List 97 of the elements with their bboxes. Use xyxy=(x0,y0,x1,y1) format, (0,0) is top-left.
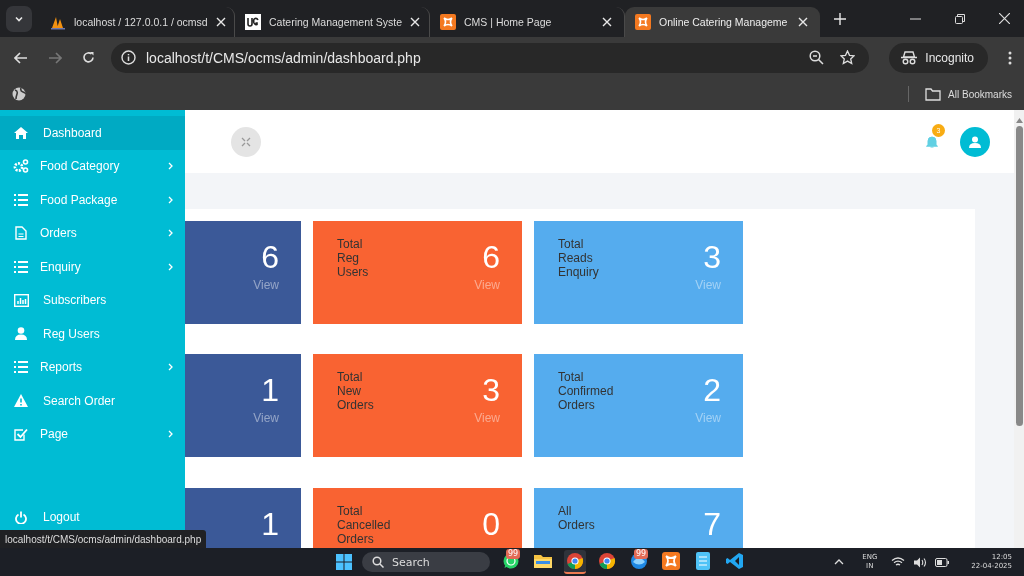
card-count: 0 xyxy=(482,504,500,543)
sidebar-item[interactable]: Food Package xyxy=(0,183,185,217)
taskbar-app[interactable]: 99 xyxy=(500,550,522,574)
warning-icon xyxy=(14,394,28,408)
xampp-icon xyxy=(635,14,651,30)
card-label: Total Reg Users xyxy=(337,237,369,279)
checkbox-icon xyxy=(14,427,28,441)
globe-icon[interactable] xyxy=(12,87,26,101)
folder-icon xyxy=(534,553,552,569)
forward-icon[interactable] xyxy=(48,51,62,64)
minimize-icon[interactable] xyxy=(910,17,921,20)
card-count: 1 xyxy=(261,371,279,410)
list-icon xyxy=(14,260,28,273)
scroll-up-icon[interactable] xyxy=(1015,118,1023,123)
notepad-icon xyxy=(696,552,710,570)
close-icon[interactable] xyxy=(999,13,1010,24)
sidebar-item[interactable]: Page xyxy=(0,417,185,451)
taskbar-search-field[interactable]: Search xyxy=(362,552,490,572)
view-link[interactable]: View xyxy=(253,411,279,426)
taskbar-app[interactable]: 99 xyxy=(628,550,650,574)
restore-icon[interactable] xyxy=(955,13,965,24)
all-bookmarks-button[interactable]: All Bookmarks xyxy=(925,87,1012,101)
info-icon xyxy=(121,50,136,65)
sidebar-item[interactable]: Dashboard xyxy=(0,116,185,150)
view-link[interactable]: View xyxy=(474,278,500,292)
tab-title: CMS | Home Page xyxy=(464,16,553,28)
incognito-button[interactable]: Incognito xyxy=(889,42,988,73)
browser-icon xyxy=(598,552,616,570)
card-count: 6 xyxy=(261,238,279,276)
windows-icon[interactable] xyxy=(336,554,352,570)
card-label: Total New Orders xyxy=(337,370,374,413)
chart-icon xyxy=(13,293,29,307)
list-icon xyxy=(14,193,28,206)
wifi-icon[interactable] xyxy=(891,557,906,567)
battery-icon[interactable] xyxy=(935,557,950,567)
sidebar-item[interactable]: Search Order xyxy=(0,384,185,418)
list-icon xyxy=(14,361,28,374)
user-icon xyxy=(15,327,27,341)
browser-icon xyxy=(566,552,584,570)
sidebar-item[interactable]: Orders xyxy=(0,216,185,250)
star-icon[interactable] xyxy=(840,50,856,65)
view-link[interactable]: View xyxy=(695,411,721,426)
card-label: Total Cancelled Orders xyxy=(337,503,391,546)
taskbar-app[interactable] xyxy=(564,550,586,574)
menu-icon[interactable] xyxy=(1008,50,1012,65)
incognito-icon xyxy=(901,50,918,65)
card-label: Total Reads Enquiry xyxy=(558,237,599,279)
close-icon[interactable] xyxy=(602,17,612,27)
sidebar-item[interactable]: Reports xyxy=(0,350,185,384)
reload-icon[interactable] xyxy=(82,51,95,64)
logout-link[interactable]: Logout xyxy=(0,506,185,528)
close-icon[interactable] xyxy=(410,17,421,27)
card-count: 3 xyxy=(703,238,721,276)
card-count: 7 xyxy=(703,504,721,543)
power-icon xyxy=(15,510,27,524)
volume-icon[interactable] xyxy=(913,556,928,568)
browser-tab[interactable]: Online Catering Manageme xyxy=(625,7,820,37)
sidebar-item[interactable]: Reg Users xyxy=(0,317,185,351)
card-count: 6 xyxy=(482,238,500,276)
document-icon xyxy=(15,226,27,241)
zoom-out-icon[interactable] xyxy=(809,50,825,65)
tab-search-button[interactable] xyxy=(6,5,32,32)
app-badge: 99 xyxy=(506,549,521,559)
chevron-up-icon[interactable] xyxy=(834,559,845,565)
view-link[interactable]: View xyxy=(253,278,279,292)
status-url-tooltip: localhost/t/CMS/ocms/admin/dashboard.php xyxy=(0,530,207,548)
sidebar-item[interactable]: Subscribers xyxy=(0,283,185,317)
home-icon xyxy=(14,126,28,139)
card-label: All Orders xyxy=(558,503,595,532)
code-editor-icon xyxy=(726,552,744,570)
search-icon xyxy=(372,556,384,568)
app-badge: 99 xyxy=(634,549,649,559)
sidebar-item[interactable]: Food Category xyxy=(0,149,185,183)
back-icon[interactable] xyxy=(14,51,28,64)
sidebar-item[interactable]: Enquiry xyxy=(0,250,185,284)
new-tab-icon[interactable] xyxy=(834,12,846,25)
card-count: 3 xyxy=(482,371,500,410)
tab-title: localhost / 127.0.0.1 / ocmsd xyxy=(74,16,208,28)
xampp-icon xyxy=(440,14,456,30)
view-link[interactable]: View xyxy=(695,278,721,292)
logo-icon xyxy=(245,14,261,30)
tab-title: Online Catering Manageme xyxy=(659,16,789,28)
xampp-icon xyxy=(662,552,680,570)
folder-icon xyxy=(925,87,942,101)
card-count: 2 xyxy=(703,371,721,410)
close-icon[interactable] xyxy=(215,17,226,27)
address-bar[interactable]: localhost/t/CMS/ocms/admin/dashboard.php xyxy=(111,42,870,73)
view-link[interactable]: View xyxy=(474,411,500,426)
card-label: Total Confirmed Orders xyxy=(558,370,614,413)
expand-icon xyxy=(241,136,251,147)
url-text: localhost/t/CMS/ocms/admin/dashboard.php xyxy=(146,49,422,66)
tab-title: Catering Management Syste xyxy=(269,16,403,28)
close-icon[interactable] xyxy=(798,17,808,27)
gears-icon xyxy=(13,159,29,174)
user-icon xyxy=(969,135,981,148)
scrollbar[interactable] xyxy=(1014,110,1024,548)
card-count: 1 xyxy=(261,504,279,543)
